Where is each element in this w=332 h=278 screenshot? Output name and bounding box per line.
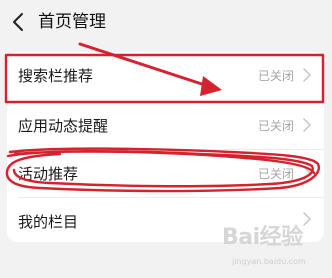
header-bar: 首页管理 — [0, 0, 332, 44]
settings-row-app-activity-reminder[interactable]: 应用动态提醒 已关闭 — [7, 102, 324, 150]
settings-row-search-bar-recommend[interactable]: 搜索栏推荐 已关闭 — [7, 52, 324, 100]
settings-row-status: 已关闭 — [257, 119, 294, 133]
chevron-left-icon — [13, 13, 23, 31]
settings-card: 搜索栏推荐 已关闭 应用动态提醒 已关闭 活动推荐 已关闭 我的栏目 — [7, 52, 324, 242]
settings-row-label: 搜索栏推荐 — [18, 67, 94, 85]
chevron-right-icon — [303, 118, 311, 132]
settings-row-status: 已关闭 — [257, 69, 294, 83]
watermark-url: jingyan.baidu.com — [232, 257, 306, 266]
chevron-right-icon — [303, 212, 311, 226]
settings-row-my-columns[interactable]: 我的栏目 — [7, 198, 324, 242]
page-title: 首页管理 — [38, 12, 106, 32]
settings-row-status: 已关闭 — [257, 167, 294, 181]
chevron-right-icon — [303, 68, 311, 82]
settings-row-label: 应用动态提醒 — [18, 117, 109, 135]
settings-row-label: 活动推荐 — [18, 165, 79, 183]
chevron-right-icon — [303, 166, 311, 180]
back-button[interactable] — [6, 8, 30, 36]
settings-row-label: 我的栏目 — [18, 213, 79, 231]
settings-row-activity-recommend[interactable]: 活动推荐 已关闭 — [7, 150, 324, 198]
